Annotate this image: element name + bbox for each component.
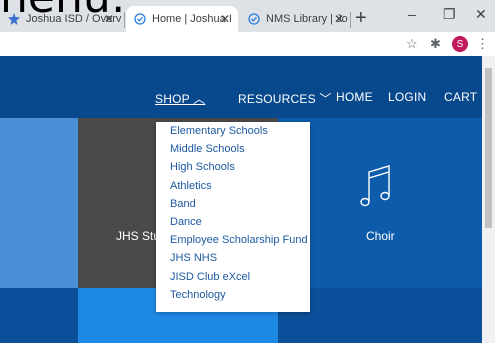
- tab-home-joshua-isd[interactable]: Home | Joshua ISD ✕: [126, 6, 238, 32]
- nav-resources[interactable]: RESOURCES ﹀: [238, 90, 332, 107]
- menu-item-jhs-nhs[interactable]: JHS NHS: [156, 249, 310, 267]
- check-circle-icon: [248, 13, 260, 25]
- more-menu-icon[interactable]: ⋮: [476, 36, 489, 52]
- tile-jhs-student-label: JHS Stu: [116, 229, 161, 243]
- tile-bottom-left[interactable]: [0, 288, 78, 343]
- minimize-button[interactable]: –: [408, 6, 416, 22]
- menu-item-employee-scholarship-fund[interactable]: Employee Scholarship Fund: [156, 231, 310, 249]
- menu-item-jisd-club-excel[interactable]: JISD Club eXcel: [156, 268, 310, 286]
- tab-divider: [350, 12, 351, 28]
- nav-home[interactable]: HOME: [336, 90, 373, 104]
- tile-choir-label: Choir: [366, 229, 395, 243]
- nav-cart[interactable]: CART: [444, 90, 477, 104]
- scrollbar-thumb[interactable]: [485, 68, 492, 228]
- tab-close-icon[interactable]: ✕: [334, 12, 344, 26]
- chevron-down-icon: ﹀: [319, 92, 332, 106]
- nav-shop[interactable]: SHOP ︿: [155, 90, 205, 107]
- profile-avatar[interactable]: S: [452, 36, 468, 52]
- menu-item-dance[interactable]: Dance: [156, 213, 310, 231]
- nav-shop-label: SHOP: [155, 92, 190, 106]
- nav-resources-label: RESOURCES: [238, 92, 316, 106]
- check-circle-icon: [134, 13, 146, 25]
- music-note-icon: [360, 164, 394, 215]
- tile-left[interactable]: [0, 118, 78, 288]
- menu-item-high-schools[interactable]: High Schools: [156, 158, 310, 176]
- menu-item-elementary-schools[interactable]: Elementary Schools: [156, 122, 310, 140]
- browser-toolbar: ☆ ✱ S ⋮: [0, 32, 495, 56]
- nav-login[interactable]: LOGIN: [388, 90, 426, 104]
- caption-text: nenu:: [0, 0, 126, 20]
- tab-close-icon[interactable]: ✕: [220, 12, 230, 26]
- tab-nms-library[interactable]: NMS Library | Joshua ✕: [240, 6, 352, 32]
- shop-dropdown-menu: Elementary Schools Middle Schools High S…: [156, 122, 310, 312]
- chevron-up-icon: ︿: [193, 92, 206, 106]
- menu-item-technology[interactable]: Technology: [156, 286, 310, 304]
- page-scrollbar[interactable]: [482, 56, 495, 343]
- extension-puzzle-icon[interactable]: ✱: [430, 36, 441, 52]
- menu-item-middle-schools[interactable]: Middle Schools: [156, 140, 310, 158]
- star-icon[interactable]: ☆: [406, 36, 418, 52]
- site-header: SHOP ︿ RESOURCES ﹀ HOME LOGIN CART: [0, 56, 482, 118]
- menu-item-band[interactable]: Band: [156, 195, 310, 213]
- restore-button[interactable]: ❐: [443, 6, 456, 23]
- new-tab-button[interactable]: +: [355, 8, 367, 28]
- window-close-button[interactable]: ✕: [475, 6, 487, 23]
- menu-item-athletics[interactable]: Athletics: [156, 177, 310, 195]
